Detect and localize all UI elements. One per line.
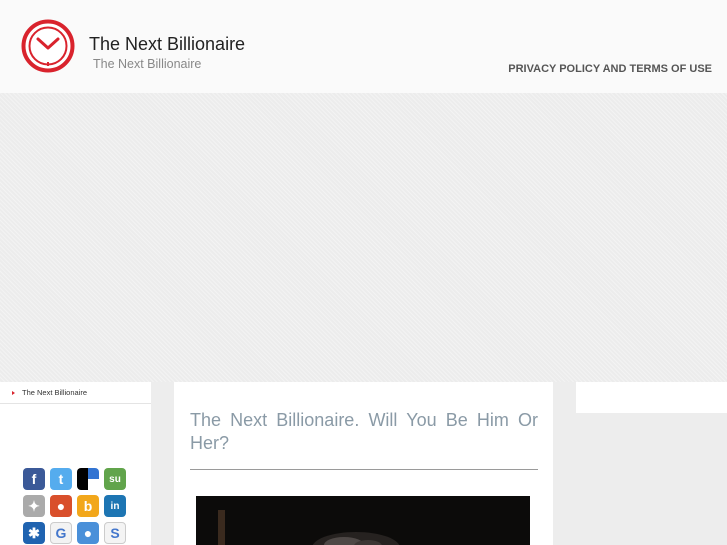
myspace-icon[interactable]: ✦ bbox=[23, 495, 45, 517]
main-content: The Next Billionaire. Will You Be Him Or… bbox=[174, 382, 553, 545]
right-sidebar bbox=[576, 382, 727, 413]
sidebar-item-label: The Next Billionaire bbox=[22, 388, 88, 397]
bullet-icon bbox=[12, 391, 15, 395]
messenger-icon[interactable]: ✱ bbox=[23, 522, 45, 544]
sidebar-item-the-next-billionaire[interactable]: The Next Billionaire bbox=[0, 382, 151, 404]
site-tagline: The Next Billionaire bbox=[93, 57, 202, 71]
post-image bbox=[196, 496, 530, 545]
post-photo bbox=[196, 496, 530, 545]
site-title[interactable]: The Next Billionaire bbox=[89, 34, 245, 55]
social-share-icons: f t su ✦ ● b in ✱ G ● S bbox=[23, 468, 127, 544]
nav-privacy-policy[interactable]: PRIVACY POLICY AND TERMS OF USE bbox=[508, 63, 712, 75]
header: The Next Billionaire The Next Billionair… bbox=[0, 0, 727, 93]
buzz-icon[interactable]: b bbox=[77, 495, 99, 517]
clock-icon[interactable] bbox=[21, 19, 75, 73]
post-title[interactable]: The Next Billionaire. Will You Be Him Or… bbox=[190, 409, 538, 455]
facebook-icon[interactable]: f bbox=[23, 468, 45, 490]
title-divider bbox=[190, 469, 538, 470]
netvibes-icon[interactable]: ● bbox=[77, 522, 99, 544]
stumbleupon-icon[interactable]: su bbox=[104, 468, 126, 490]
orkut-icon[interactable]: ● bbox=[50, 495, 72, 517]
left-sidebar: The Next Billionaire f t su ✦ ● b in ✱ G ● S bbox=[0, 382, 151, 545]
slashdot-icon[interactable]: S bbox=[104, 522, 126, 544]
twitter-icon[interactable]: t bbox=[50, 468, 72, 490]
banner-area bbox=[0, 93, 727, 382]
linkedin-icon[interactable]: in bbox=[104, 495, 126, 517]
delicious-icon[interactable] bbox=[77, 468, 99, 490]
google-icon[interactable]: G bbox=[50, 522, 72, 544]
